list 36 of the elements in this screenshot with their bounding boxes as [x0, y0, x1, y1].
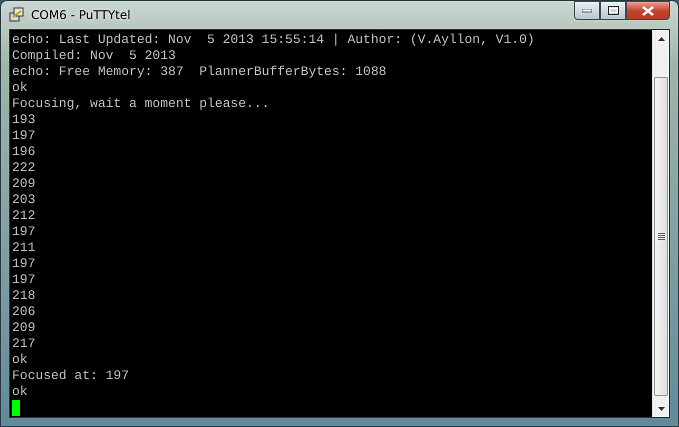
terminal-line: 211 [12, 240, 36, 256]
minimize-button[interactable] [574, 1, 600, 20]
maximize-button[interactable] [600, 1, 626, 20]
terminal-line: 197 [12, 272, 36, 288]
terminal-line: echo: Last Updated: Nov 5 2013 15:55:14 | Author: (V.Ayllon, V1.0) [12, 32, 536, 48]
maximize-icon [608, 6, 618, 15]
grip-icon [658, 233, 664, 240]
terminal-line: 212 [12, 208, 36, 224]
scrollbar[interactable] [652, 30, 669, 417]
terminal-line: 222 [12, 160, 36, 176]
terminal-line: Focused at: 197 [12, 368, 130, 384]
terminal-line: 197 [12, 128, 36, 144]
terminal-line: 203 [12, 192, 36, 208]
terminal-line: Compiled: Nov 5 2013 [12, 48, 177, 64]
scroll-down-icon[interactable] [658, 406, 664, 410]
scroll-up-icon[interactable] [658, 36, 664, 40]
minimize-icon [582, 8, 592, 12]
terminal-line: Focusing, wait a moment please... [12, 96, 270, 112]
terminal-line: 196 [12, 144, 36, 160]
terminal-line: 218 [12, 288, 36, 304]
terminal-line: echo: Free Memory: 387 PlannerBufferBytes: 1088 [12, 64, 388, 80]
terminal-line: 197 [12, 256, 36, 272]
terminal-line: 209 [12, 176, 36, 192]
terminal-line: ok [12, 352, 29, 368]
window-title: COM6 - PuTTYtel [31, 7, 131, 24]
close-button[interactable] [626, 1, 670, 20]
terminal-line: ok [12, 80, 29, 96]
close-icon [642, 6, 654, 16]
app-icon [9, 7, 25, 23]
terminal-line: 206 [12, 304, 36, 320]
scroll-thumb[interactable] [654, 77, 668, 396]
terminal-line: 209 [12, 320, 36, 336]
terminal-line: ok [12, 384, 29, 400]
terminal-line: 217 [12, 336, 36, 352]
terminal-line: 193 [12, 112, 36, 128]
terminal-line: 197 [12, 224, 36, 240]
